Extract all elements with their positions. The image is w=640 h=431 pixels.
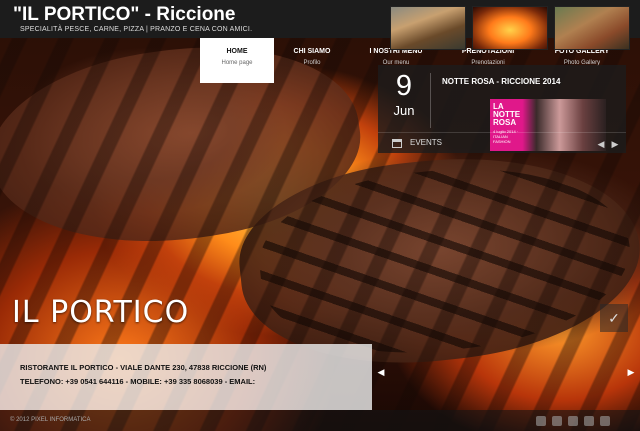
gallery-next-icon[interactable]: ▶: [626, 366, 636, 378]
gallery-strip: ◀ ▶: [372, 344, 640, 398]
social-icon[interactable]: [584, 416, 594, 426]
nav-item-chi-siamo[interactable]: CHI SIAMO Profilo: [280, 38, 344, 83]
copyright-text: © 2012 PIXEL INFORMATICA: [10, 417, 91, 423]
social-icon[interactable]: [552, 416, 562, 426]
hero-logo: IL PORTICO: [12, 295, 190, 330]
news-panel: 9 Jun NOTTE ROSA - RICCIONE 2014 LA NOTT…: [378, 65, 626, 153]
news-month: Jun: [393, 103, 415, 118]
chevron-left-icon[interactable]: ◀: [596, 139, 606, 149]
site-tagline: SPECIALITÀ PESCE, CARNE, PIZZA | PRANZO …: [20, 26, 253, 33]
news-footer: EVENTS ◀ ▶: [378, 132, 626, 153]
gallery-thumb[interactable]: [390, 6, 466, 50]
contact-info-box: RISTORANTE IL PORTICO - VIALE DANTE 230,…: [0, 344, 372, 410]
events-link[interactable]: EVENTS: [410, 138, 442, 147]
nav-item-label: HOME: [226, 48, 248, 55]
social-icon[interactable]: [568, 416, 578, 426]
footer-bar: © 2012 PIXEL INFORMATICA: [0, 410, 640, 431]
calendar-icon: [392, 139, 402, 148]
news-divider: [430, 73, 431, 128]
chevron-right-icon[interactable]: ▶: [610, 139, 620, 149]
address-line: RISTORANTE IL PORTICO - VIALE DANTE 230,…: [20, 363, 267, 372]
social-icon[interactable]: [536, 416, 546, 426]
news-title[interactable]: NOTTE ROSA - RICCIONE 2014: [442, 77, 560, 86]
news-thumb-text: LA NOTTE ROSA: [493, 102, 521, 127]
nav-item-sub: Profilo: [303, 60, 321, 66]
site-title[interactable]: "IL PORTICO" - Riccione: [13, 4, 235, 26]
nav-item-label: CHI SIAMO: [293, 48, 331, 55]
news-day: 9: [395, 70, 413, 102]
news-date: 9 Jun: [378, 65, 430, 132]
phone-line: TELEFONO: +39 0541 644116 - MOBILE: +39 …: [20, 377, 256, 386]
nav-item-home[interactable]: HOME Home page: [200, 38, 274, 83]
gallery-prev-icon[interactable]: ◀: [376, 366, 386, 378]
check-icon[interactable]: ✓: [600, 304, 628, 332]
nav-item-sub: Home page: [221, 60, 253, 66]
gallery-thumb[interactable]: [554, 6, 630, 50]
gallery-thumb[interactable]: [472, 6, 548, 50]
social-icon[interactable]: [600, 416, 610, 426]
